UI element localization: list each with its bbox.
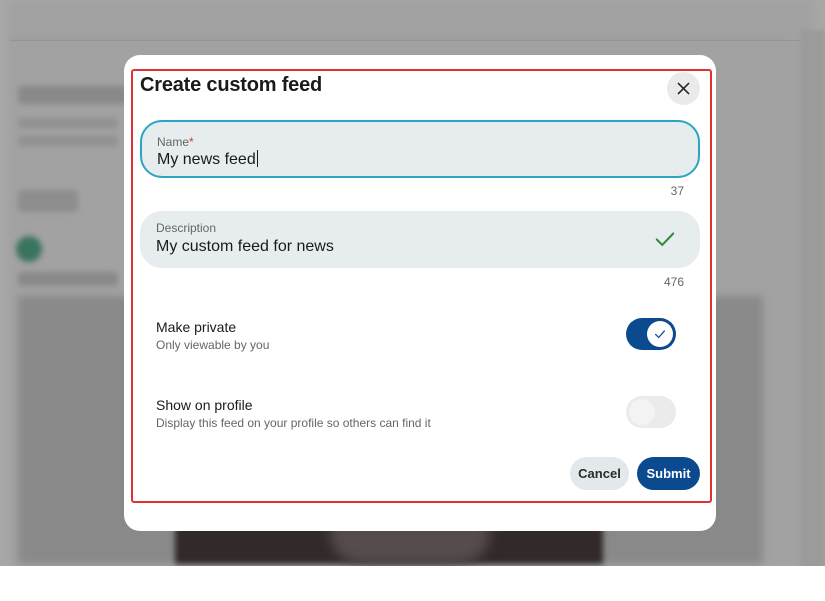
submit-button[interactable]: Submit (637, 457, 700, 490)
make-private-title: Make private (156, 319, 237, 335)
check-icon (655, 330, 665, 339)
toggle-knob (647, 321, 673, 347)
name-field[interactable]: Name* My news feed (140, 120, 700, 178)
name-field-value[interactable]: My news feed (157, 150, 258, 169)
show-on-profile-subtitle: Display this feed on your profile so oth… (156, 416, 431, 430)
show-on-profile-title: Show on profile (156, 397, 253, 413)
make-private-toggle[interactable] (626, 318, 676, 350)
make-private-subtitle: Only viewable by you (156, 338, 270, 352)
dialog-title: Create custom feed (140, 74, 323, 96)
description-field-value[interactable]: My custom feed for news (156, 238, 334, 256)
required-marker: * (189, 135, 194, 149)
checkmark-icon (655, 232, 675, 246)
description-char-counter: 476 (663, 275, 684, 289)
description-field-label: Description (156, 221, 217, 235)
description-field[interactable]: Description My custom feed for news (140, 211, 700, 268)
name-char-counter: 37 (670, 184, 684, 198)
close-icon (677, 82, 690, 95)
cancel-button[interactable]: Cancel (570, 457, 629, 490)
close-button[interactable] (667, 72, 700, 105)
page-bottom (0, 566, 825, 601)
text-caret (256, 150, 258, 167)
toggle-knob (629, 399, 655, 425)
name-field-label: Name* (157, 135, 194, 149)
show-on-profile-toggle[interactable] (626, 396, 676, 428)
